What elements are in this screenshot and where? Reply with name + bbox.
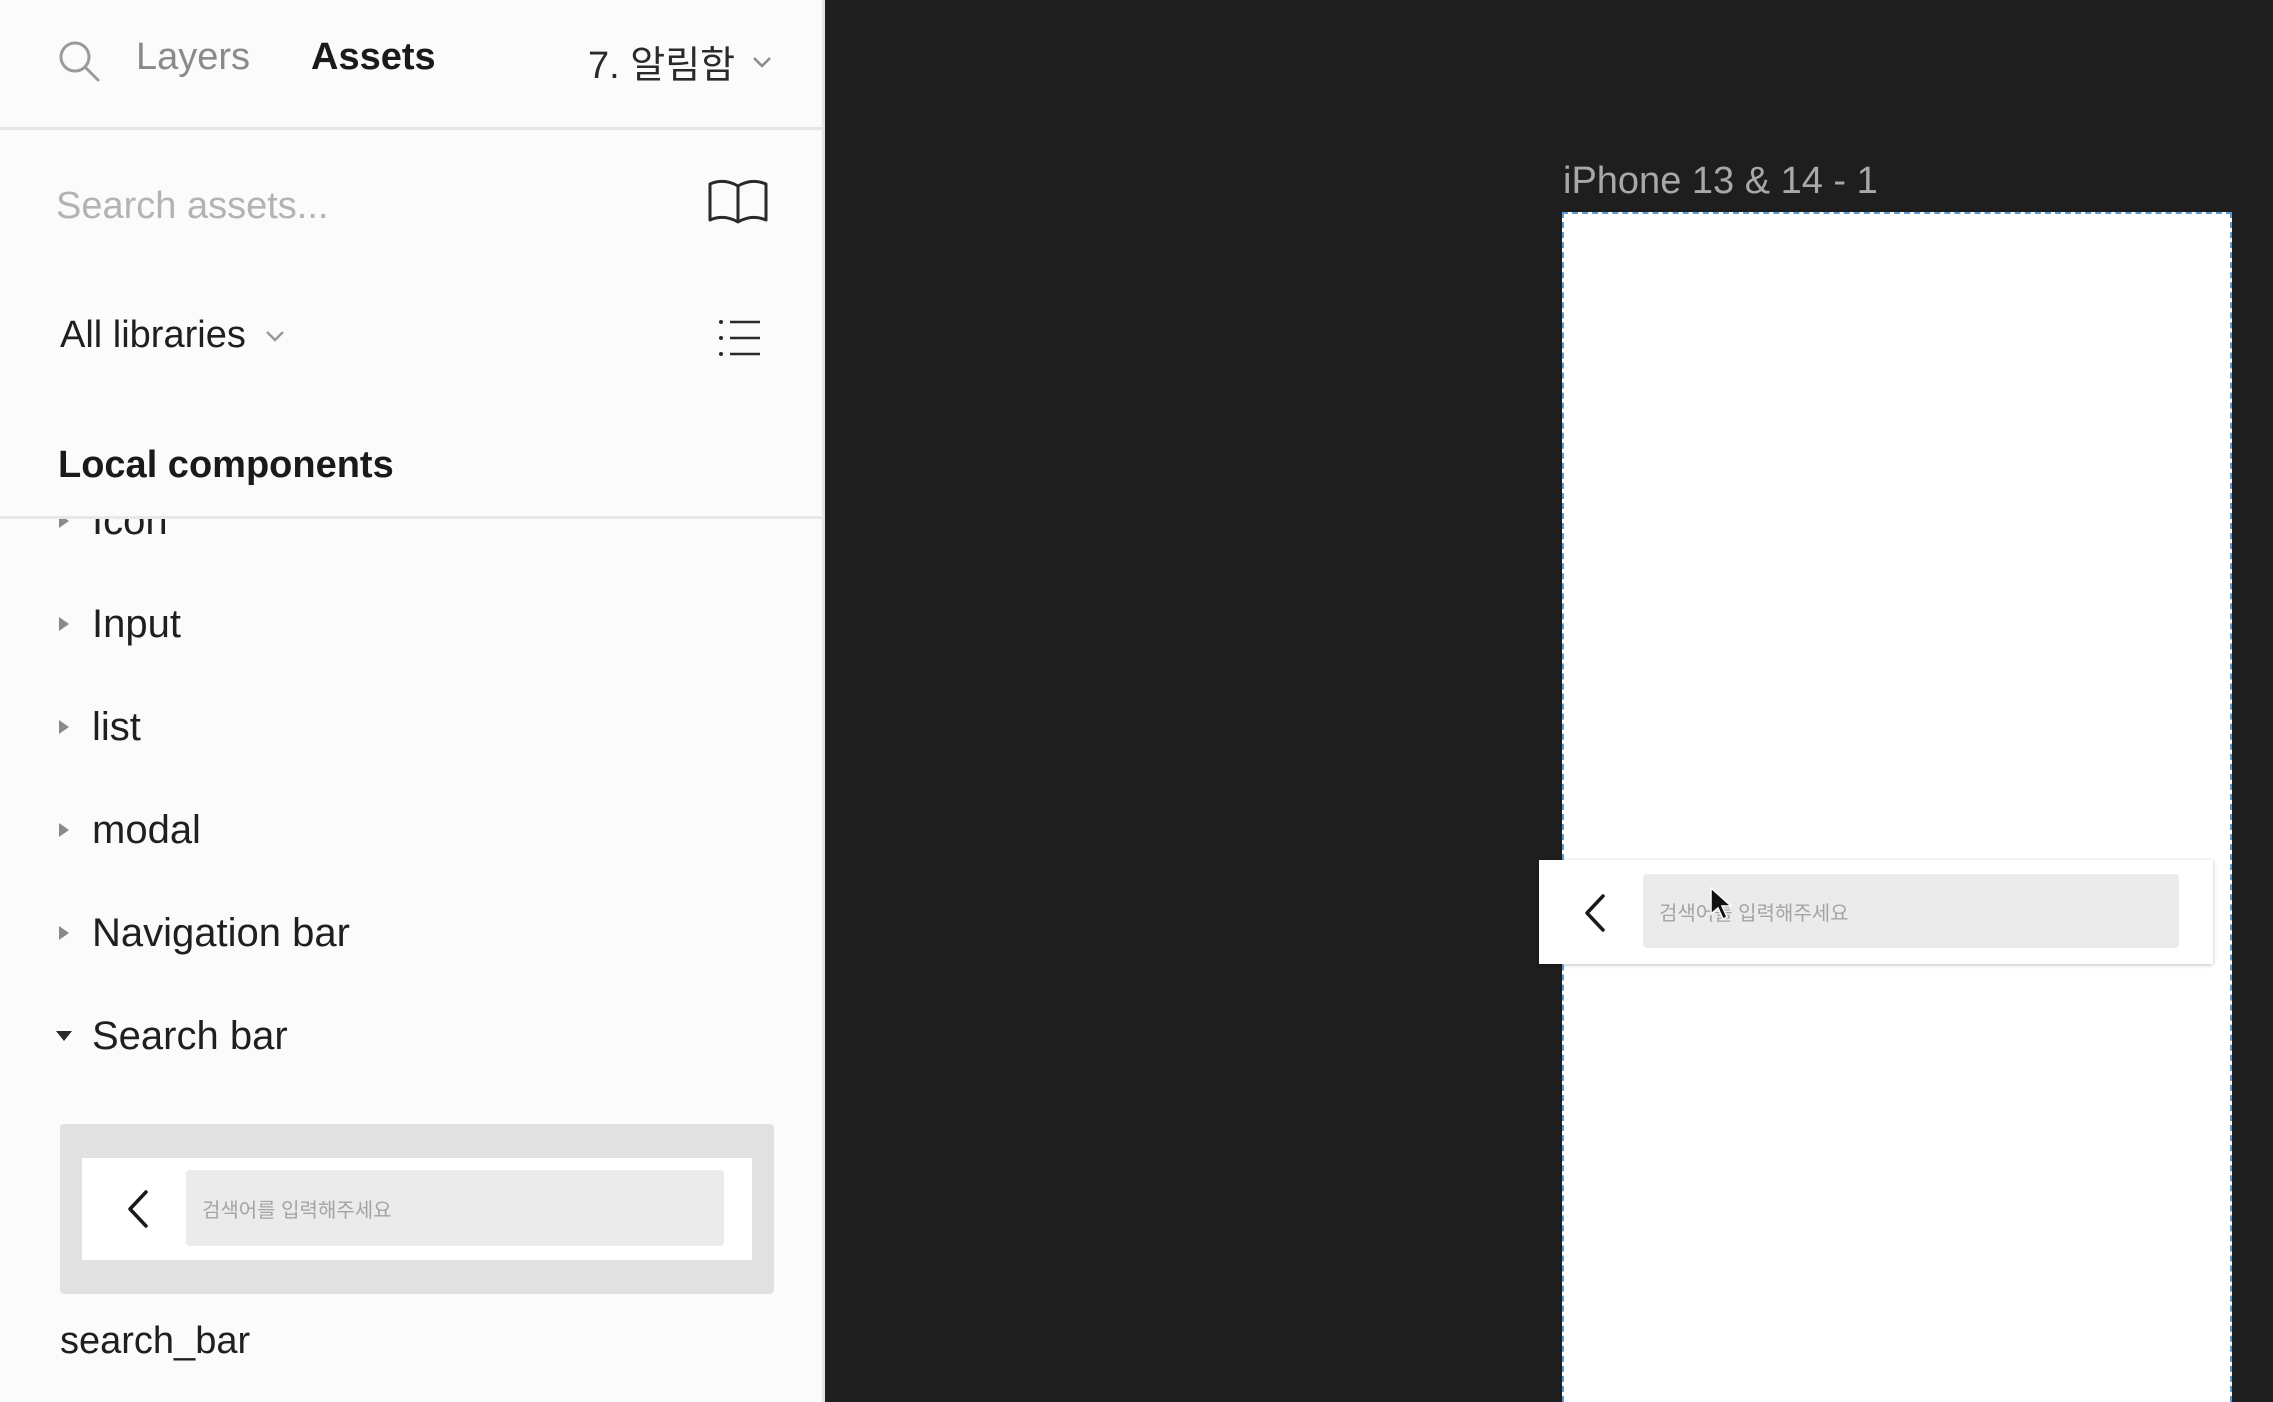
libraries-label: All libraries — [60, 314, 246, 356]
section-title: Local components — [58, 444, 394, 486]
tree-item-label: Icon — [92, 519, 168, 543]
preview-placeholder: 검색어를 입력해주세요 — [202, 1199, 392, 1222]
chevron-left-icon — [128, 1190, 148, 1228]
search-field-placeholder: 검색어를 입력해주세요 — [1659, 902, 1849, 925]
tree-item-list[interactable]: list — [0, 687, 822, 767]
asset-search-row — [0, 130, 822, 280]
caret-right-icon — [59, 926, 69, 940]
libraries-row: All libraries — [0, 300, 822, 380]
iphone-frame[interactable] — [1562, 212, 2232, 1402]
search-assets-input[interactable] — [56, 176, 656, 236]
libraries-dropdown[interactable]: All libraries — [60, 314, 288, 357]
chevron-down-icon — [753, 56, 772, 68]
tree-item-label: modal — [92, 807, 201, 852]
panel-tabs: Layers Assets 7. 알림함 — [0, 0, 822, 130]
preview-search-field: 검색어를 입력해주세요 — [186, 1170, 724, 1246]
assets-panel: Layers Assets 7. 알림함 All libraries — [0, 0, 825, 1402]
component-thumbnail[interactable]: 검색어를 입력해주세요 — [60, 1124, 774, 1294]
tree-item-search-bar[interactable]: Search bar — [0, 996, 822, 1076]
chevron-down-icon — [265, 330, 284, 342]
design-canvas[interactable]: iPhone 13 & 14 - 1 검색어를 입력해주세요 — [825, 0, 2273, 1402]
page-selector[interactable]: 7. 알림함 — [588, 34, 775, 89]
tree-item-label: Navigation bar — [92, 910, 350, 955]
chevron-left-icon[interactable] — [1581, 892, 1609, 934]
tree-item-navigation-bar[interactable]: Navigation bar — [0, 893, 822, 973]
search-bar-preview: 검색어를 입력해주세요 — [82, 1158, 752, 1260]
caret-right-icon — [59, 617, 69, 631]
tree-item-label: Input — [92, 601, 181, 646]
page-selector-label: 7. 알림함 — [588, 45, 736, 87]
caret-right-icon — [59, 720, 69, 734]
tree-item-input[interactable]: Input — [0, 584, 822, 664]
book-icon[interactable] — [706, 176, 770, 228]
tree-item-icon[interactable]: Icon — [0, 519, 822, 561]
caret-right-icon — [59, 519, 69, 528]
tab-assets[interactable]: Assets — [311, 36, 436, 79]
component-name: search_bar — [60, 1320, 251, 1362]
search-icon[interactable] — [56, 38, 102, 84]
tree-item-label: Search bar — [92, 1013, 288, 1058]
caret-down-icon — [56, 1031, 72, 1041]
tree-item-modal[interactable]: modal — [0, 790, 822, 870]
search-bar-instance[interactable]: 검색어를 입력해주세요 — [1539, 860, 2213, 964]
cursor-icon — [1710, 886, 1733, 921]
list-icon[interactable] — [716, 314, 764, 362]
tree-item-label: list — [92, 704, 141, 749]
tab-layers[interactable]: Layers — [136, 36, 250, 79]
frame-label[interactable]: iPhone 13 & 14 - 1 — [1563, 160, 1878, 203]
caret-right-icon — [59, 823, 69, 837]
